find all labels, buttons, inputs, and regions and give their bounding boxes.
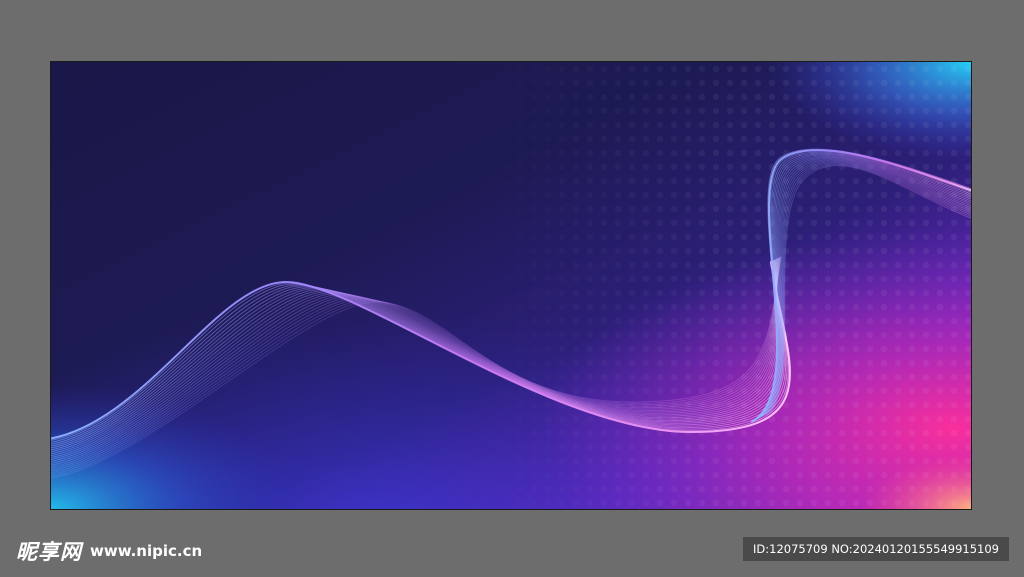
image-id-badge: ID:12075709 NO:20240120155549915109 xyxy=(743,537,1009,561)
watermark-site-name: 昵享网 xyxy=(16,540,82,564)
watermark-url: www.nipic.cn xyxy=(90,542,203,560)
halftone-dots xyxy=(51,62,971,509)
canvas-frame: 昵享网 www.nipic.cn ID:12075709 NO:20240120… xyxy=(0,0,1024,577)
site-watermark: 昵享网 www.nipic.cn xyxy=(16,537,202,565)
artwork-image xyxy=(50,61,972,510)
wave-illustration xyxy=(51,62,971,509)
